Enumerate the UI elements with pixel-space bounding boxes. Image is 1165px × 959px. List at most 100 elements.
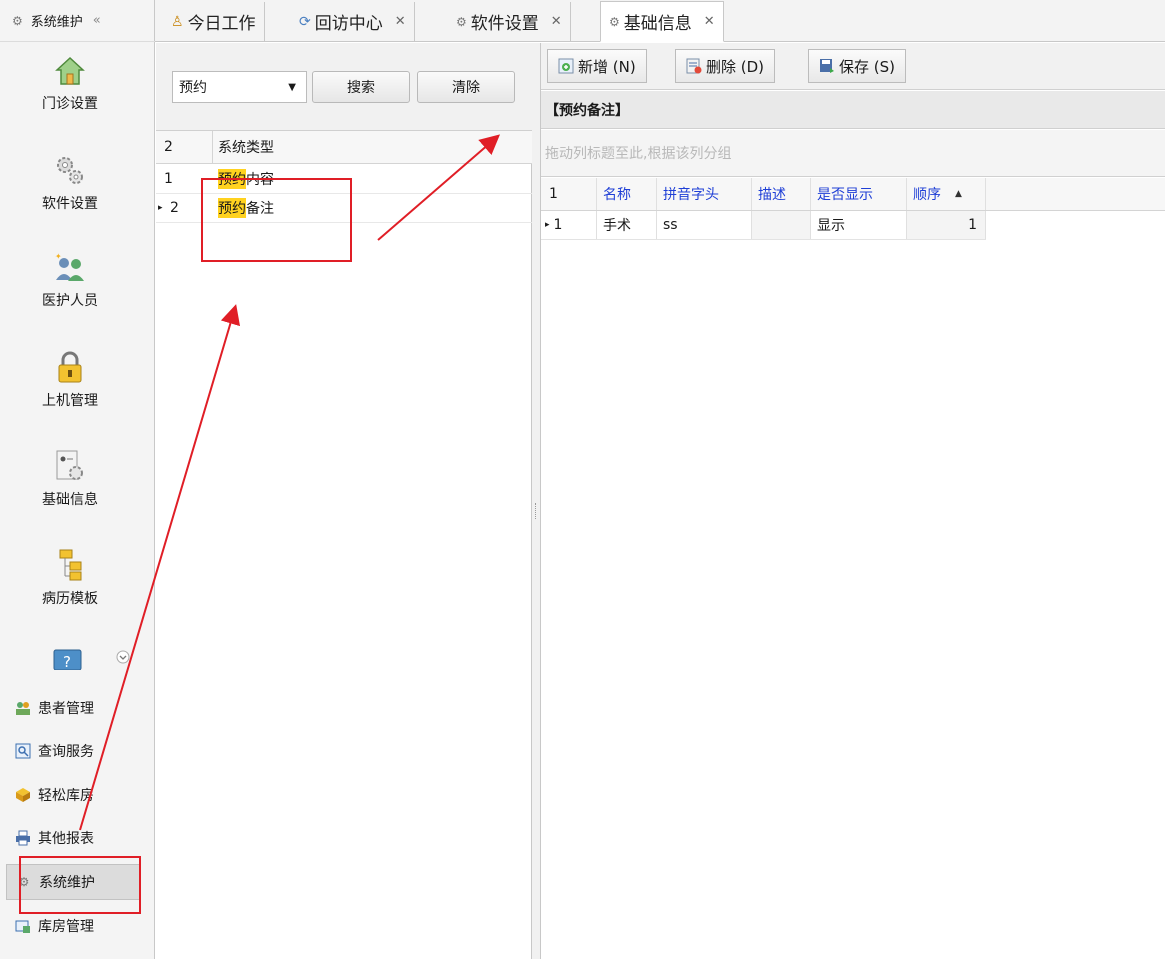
cell-description[interactable] [752, 211, 811, 239]
row-focus-marker: ▸ [158, 203, 163, 213]
column-header-is-visible[interactable]: 是否显示 [811, 178, 907, 210]
sidebar-item-patient-management[interactable]: 患者管理 [6, 690, 140, 726]
column-header-pinyin[interactable]: 拼音字头 [657, 178, 752, 210]
sidebar-item-label: 其他报表 [38, 831, 94, 847]
tab-label: 回访中心 [314, 14, 383, 34]
worker-icon: ♙ [171, 13, 184, 30]
sidebar-item-label: 患者管理 [38, 701, 94, 717]
sort-ascending-icon: ▲ [955, 189, 962, 199]
sidebar-item-machine-management[interactable]: 上机管理 [0, 350, 140, 410]
sidebar-item-clinic-settings[interactable]: 门诊设置 [0, 55, 140, 113]
sidebar-item-software-settings[interactable]: 软件设置 [0, 153, 140, 213]
save-icon [819, 58, 835, 74]
tab-software-settings[interactable]: ⚙ 软件设置 ✕ [448, 2, 571, 41]
tab-basic-info[interactable]: ⚙ 基础信息 ✕ [600, 1, 724, 42]
column-header-order-label: 顺序 [913, 187, 941, 203]
detail-grid-header: 1 名称 拼音字头 描述 是否显示 顺序 ▲ [541, 178, 1165, 211]
type-grid-header: 2 系统类型 [156, 131, 532, 164]
info-settings-icon [56, 450, 83, 480]
sidebar-header: ⚙ 系统维护 « [0, 0, 155, 42]
row-index: 1 [164, 171, 173, 187]
table-row[interactable]: ▸ 1 手术 ss 显示 1 [541, 211, 986, 240]
cell-order[interactable]: 1 [907, 211, 986, 239]
delete-button[interactable]: 删除 (D) [675, 49, 776, 83]
sidebar-item-medical-staff[interactable]: ✦ 医护人员 [0, 252, 140, 310]
box-icon [14, 786, 32, 804]
warehouse-icon [14, 917, 32, 935]
lock-icon [58, 351, 82, 383]
sidebar-item-label: 查询服务 [38, 744, 94, 760]
sidebar-item-label: 软件设置 [42, 196, 98, 212]
type-filter-value: 预约 [179, 80, 207, 96]
save-button[interactable]: 保存 (S) [808, 49, 906, 83]
annotation-box-system-maintenance [19, 856, 141, 914]
delete-label: 删除 (D) [706, 57, 765, 76]
sidebar-item-label: 门诊设置 [42, 96, 98, 112]
tab-today-work[interactable]: ♙ 今日工作 [163, 2, 265, 41]
cell-pinyin[interactable]: ss [657, 211, 752, 239]
row-focus-marker: ▸ [545, 220, 550, 230]
column-header-description[interactable]: 描述 [752, 178, 811, 210]
tab-label: 今日工作 [187, 14, 256, 34]
group-by-hint: 拖动列标题至此,根据该列分组 [545, 146, 732, 162]
column-header-system-type[interactable]: 系统类型 [218, 131, 274, 163]
svg-text:✦: ✦ [55, 252, 62, 261]
tab-follow-up-center[interactable]: ⟳ 回访中心 ✕ [291, 2, 415, 41]
add-icon [558, 58, 574, 74]
filter-toolbar: 预约 ▼ 搜索 清除 [156, 43, 532, 131]
house-icon [55, 56, 85, 85]
gear-icon: ⚙ [12, 13, 23, 28]
row-header: ▸ 1 [541, 211, 597, 239]
help-icon[interactable]: ? [53, 648, 83, 670]
close-icon[interactable]: ✕ [704, 14, 715, 29]
tab-bar: ♙ 今日工作 ⟳ 回访中心 ✕ ⚙ 软件设置 ✕ ⚙ 基础信息 ✕ [155, 0, 1165, 42]
collapse-icon[interactable]: « [93, 13, 101, 28]
sidebar: ⚙ 系统维护 « 门诊设置 软件设置 ✦ 医护人员 上机管理 基础信息 病历模板… [0, 0, 155, 959]
sidebar-item-label: 病历模板 [42, 591, 98, 607]
svg-text:?: ? [63, 653, 71, 670]
info-settings-icon: ⚙ [609, 14, 620, 29]
section-title: 【预约备注】 [541, 91, 1165, 129]
row-count: 1 [541, 178, 597, 210]
detail-pane: 新增 (N) 删除 (D) 保存 (S) 【预约备注】 拖动列标题至此,根据该列… [540, 43, 1165, 959]
sidebar-item-other-reports[interactable]: 其他报表 [6, 820, 140, 856]
close-icon[interactable]: ✕ [551, 14, 562, 29]
printer-icon [14, 829, 32, 847]
users-icon: ✦ [55, 252, 84, 281]
sidebar-item-label: 医护人员 [42, 293, 98, 309]
type-filter-select[interactable]: 预约 ▼ [172, 71, 307, 103]
sidebar-item-record-template[interactable]: 病历模板 [0, 548, 140, 608]
search-button[interactable]: 搜索 [312, 71, 410, 103]
patients-icon [14, 699, 32, 717]
sidebar-item-basic-info[interactable]: 基础信息 [0, 449, 140, 509]
cell-name[interactable]: 手术 [597, 211, 657, 239]
add-button[interactable]: 新增 (N) [547, 49, 647, 83]
save-label: 保存 (S) [839, 57, 895, 76]
tab-label: 基础信息 [623, 14, 692, 34]
cell-is-visible[interactable]: 显示 [811, 211, 907, 239]
tree-icon [59, 549, 82, 581]
sidebar-item-label: 基础信息 [42, 492, 98, 508]
pane-splitter[interactable] [532, 43, 540, 959]
sidebar-item-label: 轻松库房 [38, 788, 94, 804]
clear-button[interactable]: 清除 [417, 71, 515, 103]
row-count: 2 [164, 139, 173, 155]
add-label: 新增 (N) [578, 57, 636, 76]
gears-icon [57, 157, 83, 184]
sidebar-item-label: 库房管理 [38, 919, 94, 935]
sidebar-item-easy-warehouse[interactable]: 轻松库房 [6, 777, 140, 813]
row-index: 2 [170, 200, 179, 216]
query-icon [14, 742, 32, 760]
delete-icon [686, 58, 702, 74]
sidebar-title: 系统维护 [30, 15, 83, 30]
chevron-down-icon[interactable] [116, 650, 130, 664]
row-index: 1 [553, 217, 563, 233]
column-header-name[interactable]: 名称 [597, 178, 657, 210]
sidebar-item-query-service[interactable]: 查询服务 [6, 733, 140, 769]
annotation-box-rows [201, 178, 352, 262]
refresh-icon: ⟳ [299, 13, 311, 30]
column-header-order[interactable]: 顺序 ▲ [907, 178, 986, 210]
group-by-panel[interactable]: 拖动列标题至此,根据该列分组 [541, 130, 1165, 177]
close-icon[interactable]: ✕ [395, 14, 406, 29]
detail-toolbar: 新增 (N) 删除 (D) 保存 (S) [541, 43, 1165, 90]
